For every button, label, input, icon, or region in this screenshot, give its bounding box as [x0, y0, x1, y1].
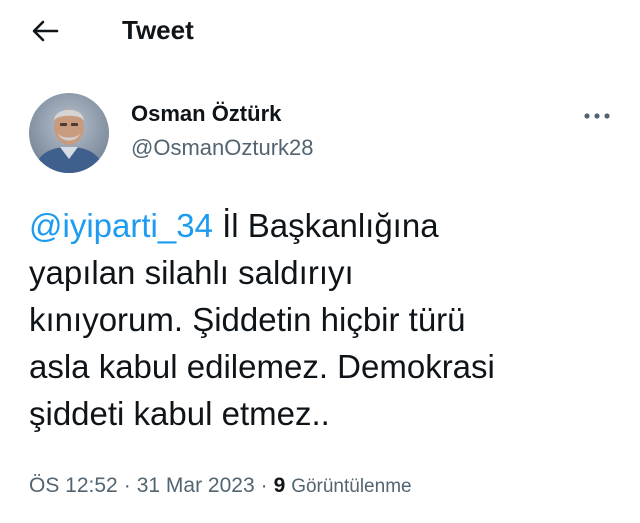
tweet-line: asla kabul edilemez. Demokrasi — [29, 348, 495, 385]
back-button[interactable] — [28, 14, 62, 48]
tweet-text: @iyiparti_34 İl Başkanlığına yapılan sil… — [29, 202, 619, 437]
more-button[interactable] — [580, 104, 614, 128]
author-handle[interactable]: @OsmanOzturk28 — [131, 134, 314, 162]
views-count: 9 — [273, 474, 286, 497]
mention-link[interactable]: @iyiparti_34 — [29, 207, 213, 244]
author-name[interactable]: Osman Öztürk — [131, 100, 281, 128]
profile-photo — [29, 93, 109, 173]
tweet-line: @iyiparti_34 İl Başkanlığına — [29, 202, 619, 249]
more-horizontal-icon — [584, 113, 610, 119]
header-bar: Tweet — [0, 0, 640, 60]
meta-separator: · — [123, 474, 131, 497]
tweet-line: yapılan silahlı saldırıyı — [29, 254, 354, 291]
meta-separator: · — [260, 474, 268, 497]
views-label: Görüntülenme — [291, 476, 412, 497]
tweet-date[interactable]: 31 Mar 2023 — [137, 474, 255, 497]
arrow-left-icon — [32, 20, 59, 42]
tweet-line: şiddeti kabul etmez.. — [29, 395, 330, 432]
tweet-time[interactable]: ÖS 12:52 — [29, 474, 118, 497]
avatar[interactable] — [29, 93, 109, 173]
tweet-line: kınıyorum. Şiddetin hiçbir türü — [29, 301, 466, 338]
tweet-text-segment: İl Başkanlığına — [212, 207, 439, 244]
page-title: Tweet — [122, 15, 194, 45]
tweet-meta: ÖS 12:52 · 31 Mar 2023 · 9 Görüntülenme — [29, 472, 412, 501]
